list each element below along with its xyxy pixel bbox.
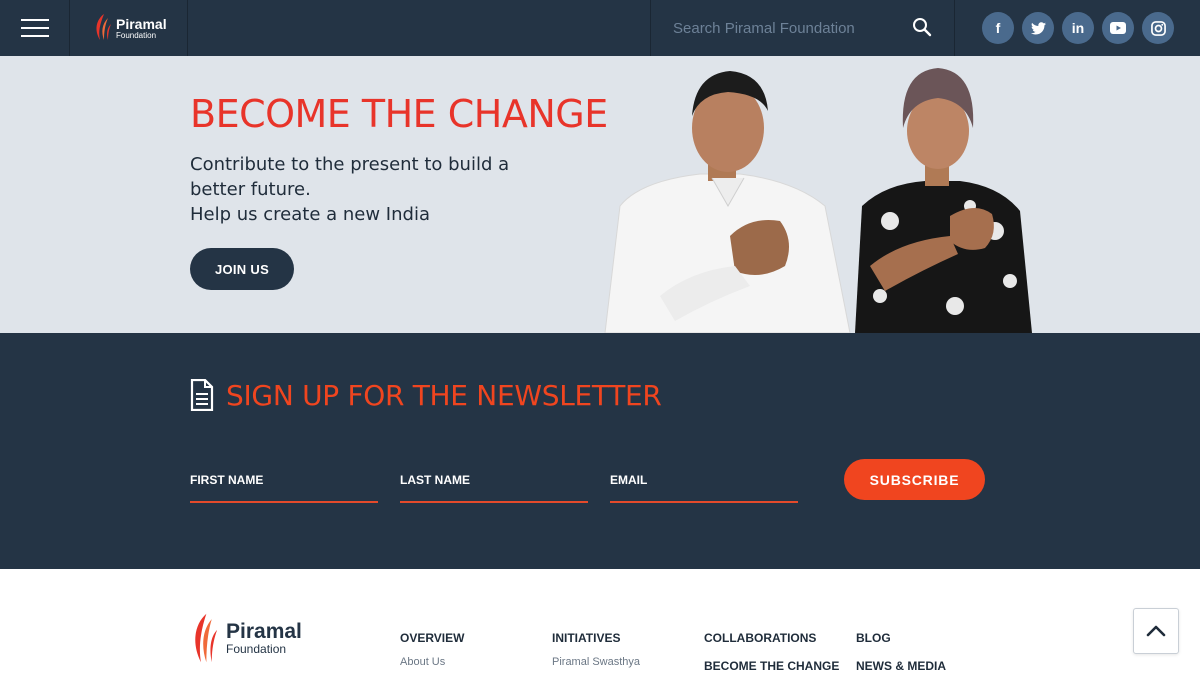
- twitter-icon[interactable]: [1022, 12, 1054, 44]
- search-icon[interactable]: [912, 17, 932, 37]
- newsletter-section: SIGN UP FOR THE NEWSLETTER FIRST NAME LA…: [0, 333, 1200, 569]
- footer-logo-name: Piramal: [226, 620, 302, 643]
- menu-button[interactable]: [0, 0, 70, 56]
- man-figure: [604, 71, 851, 333]
- site-header: Piramal Foundation f in: [0, 0, 1200, 56]
- footer-col-overview: OVERVIEW About Us: [400, 631, 464, 668]
- email-label: EMAIL: [610, 473, 648, 487]
- footer-logo-sub: Foundation: [226, 642, 287, 656]
- hero-line-2: Help us create a new India: [190, 204, 430, 225]
- woman-figure: [855, 68, 1032, 333]
- footer-link-initiatives[interactable]: INITIATIVES: [552, 631, 640, 645]
- newsletter-title: SIGN UP FOR THE NEWSLETTER: [226, 379, 662, 412]
- footer-col-initiatives: INITIATIVES Piramal Swasthya: [552, 631, 640, 668]
- footer-link-collaborations[interactable]: COLLABORATIONS: [704, 631, 839, 645]
- site-footer: Piramal Foundation OVERVIEW About Us INI…: [0, 569, 1200, 676]
- footer-link-become-the-change[interactable]: BECOME THE CHANGE: [704, 659, 839, 673]
- join-us-button[interactable]: JOIN US: [190, 248, 294, 290]
- facebook-icon[interactable]: f: [982, 12, 1014, 44]
- footer-link-swasthya[interactable]: Piramal Swasthya: [552, 656, 640, 668]
- header-logo[interactable]: Piramal Foundation: [70, 0, 188, 56]
- hero-text: Contribute to the present to build a bet…: [190, 152, 550, 227]
- logo-sub: Foundation: [116, 30, 157, 40]
- menu-bar: [20, 19, 49, 21]
- social-links: f in: [955, 12, 1200, 44]
- footer-col-collaborations: COLLABORATIONS BECOME THE CHANGE: [704, 631, 839, 673]
- email-field[interactable]: EMAIL: [610, 457, 798, 503]
- footer-link-overview[interactable]: OVERVIEW: [400, 631, 464, 645]
- last-name-field[interactable]: LAST NAME: [400, 457, 588, 503]
- footer-link-about[interactable]: About Us: [400, 656, 464, 668]
- menu-bar: [20, 35, 49, 37]
- footer-logo[interactable]: Piramal Foundation: [190, 611, 302, 665]
- last-name-label: LAST NAME: [400, 473, 470, 487]
- linkedin-icon[interactable]: in: [1062, 12, 1094, 44]
- instagram-icon[interactable]: [1142, 12, 1174, 44]
- hero-line-1: Contribute to the present to build a bet…: [190, 154, 510, 200]
- hero-banner: BECOME THE CHANGE Contribute to the pres…: [0, 56, 1200, 333]
- youtube-icon[interactable]: [1102, 12, 1134, 44]
- piramal-logo-icon: [96, 14, 111, 40]
- hero-title: BECOME THE CHANGE: [190, 92, 608, 136]
- first-name-label: FIRST NAME: [190, 473, 264, 487]
- first-name-field[interactable]: FIRST NAME: [190, 457, 378, 503]
- menu-bar: [20, 27, 49, 29]
- hero-people-image: [604, 68, 1032, 333]
- search-input[interactable]: [673, 19, 893, 37]
- document-icon: [190, 379, 214, 411]
- footer-col-blog: BLOG NEWS & MEDIA: [856, 631, 946, 673]
- search-box: [650, 0, 955, 56]
- piramal-logo-icon: [195, 613, 218, 663]
- logo-name: Piramal: [116, 15, 167, 32]
- chevron-up-icon: [1146, 625, 1166, 637]
- footer-link-blog[interactable]: BLOG: [856, 631, 946, 645]
- footer-link-news-media[interactable]: NEWS & MEDIA: [856, 659, 946, 673]
- subscribe-button[interactable]: SUBSCRIBE: [844, 459, 985, 500]
- scroll-to-top-button[interactable]: [1133, 608, 1179, 654]
